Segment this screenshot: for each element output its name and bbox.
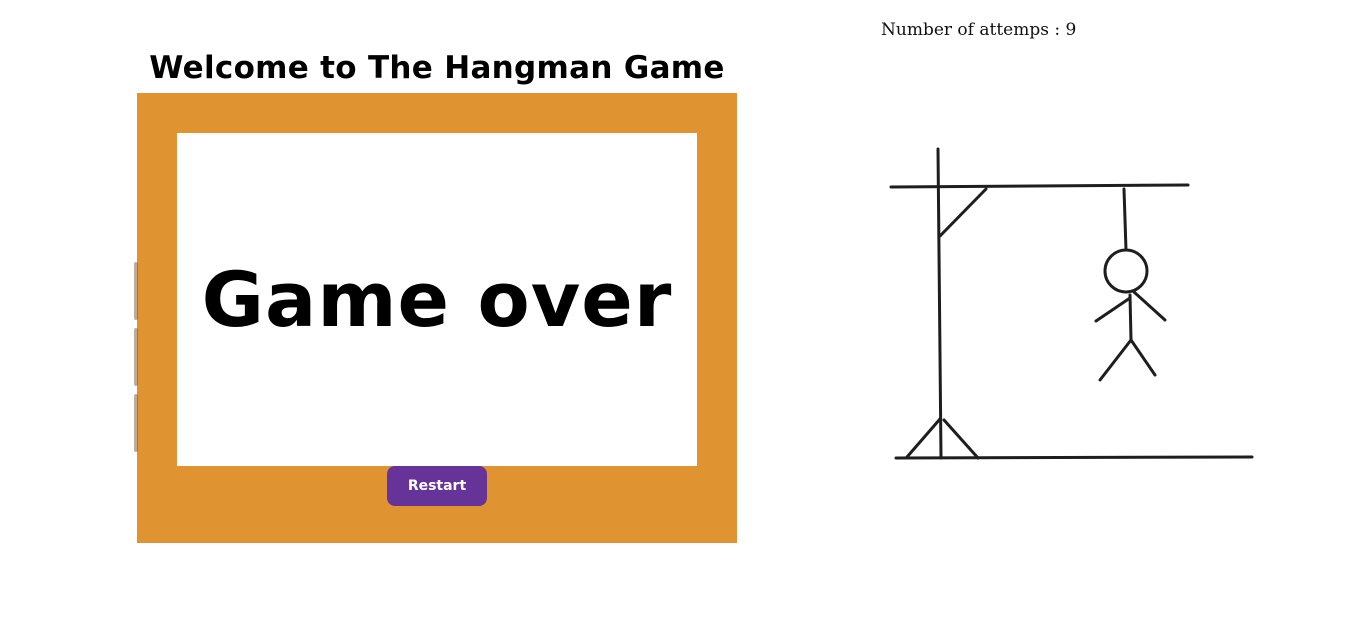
gallows-ground <box>894 455 1254 460</box>
gallows-pole <box>936 147 943 460</box>
attempts-separator: : <box>1048 20 1066 40</box>
gallows-base-right <box>942 418 980 460</box>
figure-right-arm <box>1132 290 1167 322</box>
figure-head <box>1103 248 1149 294</box>
board-edge-shadow <box>134 394 138 452</box>
attempts-label: Number of attemps <box>881 20 1049 40</box>
figure-left-leg <box>1098 338 1133 382</box>
figure-left-arm <box>1094 296 1132 323</box>
board-edge-shadow <box>134 328 138 386</box>
figure-right-leg <box>1129 338 1157 377</box>
game-over-message: Game over <box>201 255 673 344</box>
hangman-figure-icon <box>889 147 1254 460</box>
restart-button[interactable]: Restart <box>387 466 487 506</box>
board-edge-shadow <box>134 262 138 320</box>
page-title: Welcome to The Hangman Game <box>149 50 725 86</box>
gallows-brace <box>938 187 988 238</box>
figure-body <box>1128 293 1133 342</box>
attempts-count: 9 <box>1065 20 1077 40</box>
game-over-overlay: Game over <box>177 133 697 466</box>
gallows-base-left <box>905 417 942 459</box>
attempts-counter: Number of attemps : 9 <box>881 20 1076 40</box>
gallows-rope <box>1122 187 1128 252</box>
gallows-beam <box>889 183 1190 189</box>
